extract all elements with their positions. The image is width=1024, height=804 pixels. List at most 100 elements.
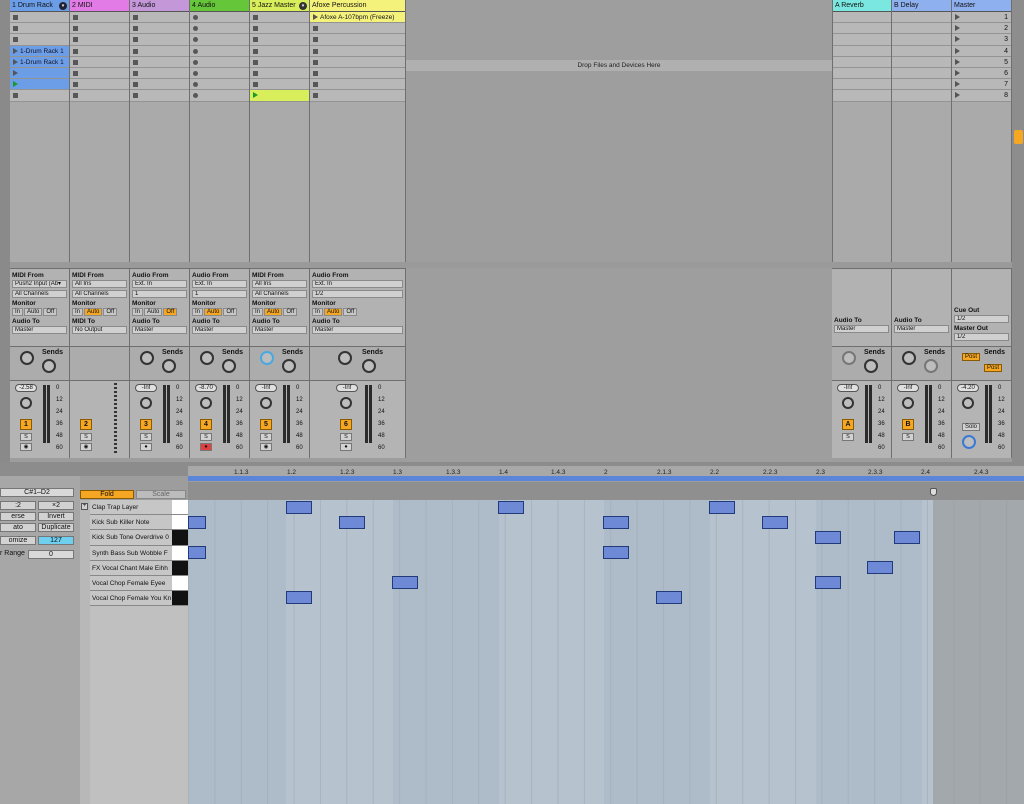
input-channel-select[interactable]: 1 (132, 290, 187, 298)
solo-button[interactable]: S (340, 433, 352, 441)
output-select[interactable]: No Output (72, 326, 127, 334)
midi-note[interactable] (709, 501, 735, 514)
volume-value[interactable]: -4.20 (957, 384, 979, 392)
monitor-in[interactable]: In (12, 308, 24, 316)
clip-slot[interactable]: 1-Drum Rack 1 (10, 45, 69, 57)
track-activator[interactable]: 2 (80, 419, 92, 430)
solo-button[interactable]: S (80, 433, 92, 441)
solo-button[interactable]: S (20, 433, 32, 441)
solo-button[interactable]: S (842, 433, 854, 441)
pan-knob[interactable] (20, 397, 32, 409)
piano-key[interactable] (172, 591, 188, 607)
monitor-in[interactable]: In (252, 308, 264, 316)
arm-button[interactable]: ● (200, 443, 212, 451)
play-icon[interactable] (13, 47, 18, 54)
scene-launch[interactable]: 7 (952, 79, 1011, 91)
scene-launch[interactable]: 1 (952, 12, 1011, 24)
input-channel-select[interactable]: All Channels (72, 290, 127, 298)
scene-launch[interactable]: 4 (952, 45, 1011, 57)
velocity-range-value[interactable]: 0 (28, 550, 74, 559)
return-a-header[interactable]: A Reverb (833, 0, 891, 12)
midi-note[interactable] (392, 576, 418, 589)
send-b-knob[interactable] (362, 359, 376, 373)
key-row-label[interactable]: Kick Sub Tone Overdrive 0 (90, 530, 172, 546)
pan-knob[interactable] (260, 397, 272, 409)
send-a-knob[interactable] (140, 351, 154, 365)
pause-icon[interactable] (1014, 130, 1023, 144)
fold-icon[interactable]: ▾ (299, 2, 307, 10)
solo-button[interactable]: S (140, 433, 152, 441)
send-b-knob[interactable] (42, 359, 56, 373)
midi-note[interactable] (286, 591, 312, 604)
track-3-header[interactable]: 3 Audio (130, 0, 189, 12)
send-b-knob[interactable] (222, 359, 236, 373)
send-b-knob[interactable] (282, 359, 296, 373)
monitor-off[interactable]: Off (103, 308, 118, 316)
monitor-in[interactable]: In (72, 308, 84, 316)
input-type-select[interactable]: Push2 Input (Ab▾ (12, 280, 67, 288)
track-activator[interactable]: 1 (20, 419, 32, 430)
key-row-label[interactable]: Kick Sub Killer Note (90, 515, 172, 531)
scrub-area[interactable] (188, 482, 1024, 500)
output-select[interactable]: Master (192, 326, 247, 334)
input-channel-select[interactable]: 1 (192, 290, 247, 298)
monitor-off[interactable]: Off (283, 308, 298, 316)
track-4-header[interactable]: 4 Audio (190, 0, 249, 12)
output-select[interactable]: Master (834, 325, 889, 333)
midi-note[interactable] (603, 516, 629, 529)
master-out-select[interactable]: 1/2 (954, 333, 1009, 341)
multiply-button[interactable]: ×2 (38, 501, 74, 510)
track-activator[interactable]: B (902, 419, 914, 430)
monitor-off[interactable]: Off (163, 308, 178, 316)
send-a-knob[interactable] (20, 351, 34, 365)
piano-key[interactable] (172, 500, 188, 516)
post-button[interactable]: Post (984, 364, 1003, 372)
arm-button[interactable]: ◉ (260, 443, 272, 451)
legato-button[interactable]: ato (0, 523, 36, 532)
pan-knob[interactable] (140, 397, 152, 409)
pan-knob[interactable] (200, 397, 212, 409)
scene-launch[interactable]: 6 (952, 67, 1011, 80)
send-a-knob[interactable] (338, 351, 352, 365)
reverse-button[interactable]: erse (0, 512, 36, 521)
input-type-select[interactable]: All Ins (252, 280, 307, 288)
plus-icon[interactable]: + (81, 503, 88, 510)
pan-knob[interactable] (962, 397, 974, 409)
send-b-knob[interactable] (162, 359, 176, 373)
piano-key[interactable] (172, 515, 188, 531)
range-display[interactable]: C#1–D2 (0, 488, 74, 497)
track-5-header[interactable]: 5 Jazz Master ▾ (250, 0, 309, 12)
track-6-header[interactable]: Afoxe Percussion (310, 0, 405, 12)
monitor-auto[interactable]: Auto (24, 308, 43, 316)
velocity-value[interactable]: 127 (38, 536, 74, 545)
key-row-label[interactable]: Clap Trap Layer (90, 500, 172, 516)
key-row-label[interactable]: Synth Bass Sub Wobble F (90, 545, 172, 561)
return-b-header[interactable]: B Delay (892, 0, 951, 12)
clip-slot[interactable] (250, 90, 309, 102)
midi-note[interactable] (286, 501, 312, 514)
play-icon[interactable] (13, 69, 18, 76)
volume-value[interactable]: -8.70 (195, 384, 217, 392)
duplicate-button[interactable]: Duplicate (38, 523, 74, 532)
monitor-auto[interactable]: Auto (144, 308, 163, 316)
piano-key[interactable] (172, 545, 188, 561)
master-header[interactable]: Master (952, 0, 1011, 12)
arm-button[interactable]: ● (140, 443, 152, 451)
piano-key[interactable] (172, 530, 188, 546)
midi-note[interactable] (894, 531, 920, 544)
midi-note[interactable] (656, 591, 682, 604)
midi-note[interactable] (603, 546, 629, 559)
cue-volume-knob[interactable] (962, 435, 976, 449)
monitor-in[interactable]: In (192, 308, 204, 316)
volume-value[interactable]: -2.58 (15, 384, 37, 392)
solo-button[interactable]: S (902, 433, 914, 441)
arm-button[interactable]: ● (340, 443, 352, 451)
fold-icon[interactable]: ▾ (59, 2, 67, 10)
midi-note[interactable] (867, 561, 893, 574)
volume-value[interactable]: -Inf (135, 384, 157, 392)
midi-note[interactable] (762, 516, 788, 529)
pan-knob[interactable] (340, 397, 352, 409)
scene-launch[interactable]: 8 (952, 90, 1011, 102)
play-icon[interactable] (13, 58, 18, 65)
volume-value[interactable]: -Inf (837, 384, 859, 392)
